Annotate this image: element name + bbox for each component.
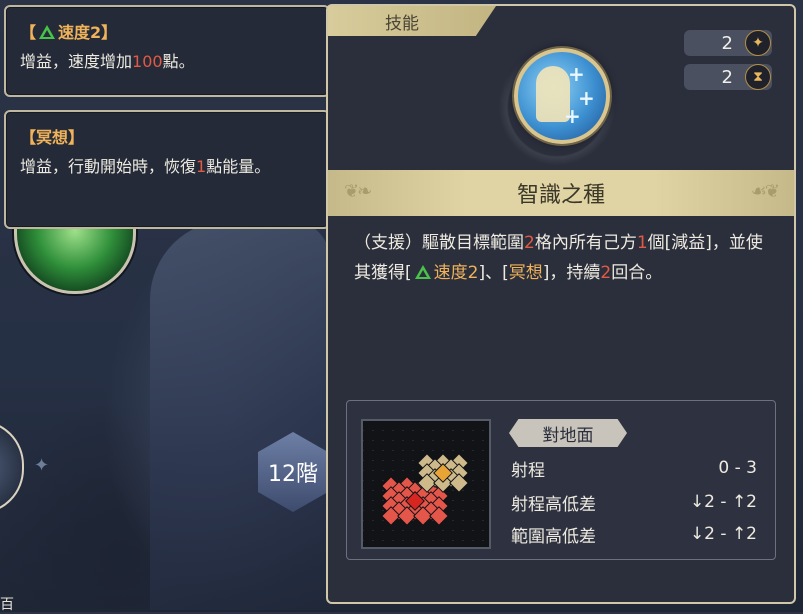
stat-value: ↓2 - ↑2 bbox=[689, 492, 757, 512]
diamond-ornament-icon: ✦ bbox=[34, 455, 50, 476]
range-number: 2 bbox=[524, 233, 535, 253]
energy-icon: ✦ bbox=[745, 30, 771, 56]
buff-value: 1 bbox=[196, 157, 207, 176]
stat-value: ↓2 - ↑2 bbox=[689, 524, 757, 544]
bracket-open: 【 bbox=[20, 23, 37, 42]
stat-label: 射程高低差 bbox=[511, 494, 596, 515]
plus-icon: + bbox=[564, 104, 581, 128]
speed-triangle-icon bbox=[414, 265, 431, 279]
target-type-badge: 對地面 bbox=[509, 419, 627, 447]
hourglass-icon: ⧗ bbox=[745, 64, 771, 90]
skill-description: （支援）驅散目標範圍2格內所有己方1個[減益]，並使其獲得[速度2]、[冥想]，… bbox=[354, 233, 763, 283]
skill-name: 智識之種 bbox=[516, 183, 605, 208]
buff-name: 速度2 bbox=[58, 23, 102, 42]
buff-speed-link[interactable]: 速度2 bbox=[434, 263, 479, 283]
buff-tooltip-meditation: 【冥想】 增益，行動開始時，恢復1點能量。 bbox=[4, 110, 330, 229]
turns-number: 2 bbox=[600, 263, 612, 283]
skill-name-bar: ❦❧ 智識之種 ☙❦ bbox=[328, 170, 794, 216]
skill-detail-panel: 技能 2 ✦ 2 ⧗ + + + ❦❧ 智識之種 ☙❦ （支援）驅散目標範圍2格… bbox=[326, 4, 796, 604]
buff-meditation-link[interactable]: 冥想 bbox=[509, 263, 543, 283]
skill-range-info: 對地面 射程 0 - 3 射程高低差 ↓2 - ↑2 範圍高低差 ↓2 - ↑2 bbox=[346, 400, 776, 560]
buff-tooltip-title: 【冥想】 bbox=[20, 128, 85, 147]
stat-row-area-height: 範圍高低差 ↓2 - ↑2 bbox=[511, 521, 757, 547]
skill-tab[interactable]: 技能 bbox=[328, 6, 496, 36]
skill-tab-label: 技能 bbox=[385, 13, 419, 34]
right-ornament-icon: ☙❦ bbox=[750, 181, 780, 202]
skill-cost-value: 2 bbox=[721, 32, 733, 54]
floor-level-label: 12階 bbox=[268, 462, 318, 487]
skill-cost-pill: 2 ✦ bbox=[684, 30, 772, 56]
buff-tooltip-speed: 【 速度2】 增益，速度增加100點。 bbox=[4, 5, 330, 97]
speed-triangle-icon bbox=[39, 25, 56, 39]
stat-label: 範圍高低差 bbox=[511, 526, 596, 547]
buff-tooltip-body: 增益，行動開始時，恢復1點能量。 bbox=[20, 157, 271, 176]
bottom-edge-text: 百 bbox=[0, 597, 14, 613]
buff-tooltip-title: 【 速度2】 bbox=[20, 23, 314, 43]
left-ornament-icon: ❦❧ bbox=[344, 181, 372, 202]
stat-label: 射程 bbox=[511, 460, 545, 481]
count-number: 1 bbox=[636, 233, 648, 253]
stat-row-range-height: 射程高低差 ↓2 - ↑2 bbox=[511, 489, 757, 515]
character-cloak bbox=[150, 220, 330, 610]
bracket-close: 】 bbox=[101, 23, 118, 42]
target-type-label: 對地面 bbox=[542, 425, 594, 446]
range-grid-map bbox=[361, 419, 491, 549]
skill-cooldown-value: 2 bbox=[721, 66, 733, 88]
stat-row-range: 射程 0 - 3 bbox=[511, 455, 757, 481]
stat-value: 0 - 3 bbox=[718, 458, 757, 478]
skill-cooldown-pill: 2 ⧗ bbox=[684, 64, 772, 90]
skill-emblem-icon: + + + bbox=[514, 48, 610, 144]
buff-value: 100 bbox=[132, 52, 163, 71]
buff-tooltip-body: 增益，速度增加100點。 bbox=[20, 52, 195, 71]
plus-icon: + bbox=[568, 62, 585, 86]
